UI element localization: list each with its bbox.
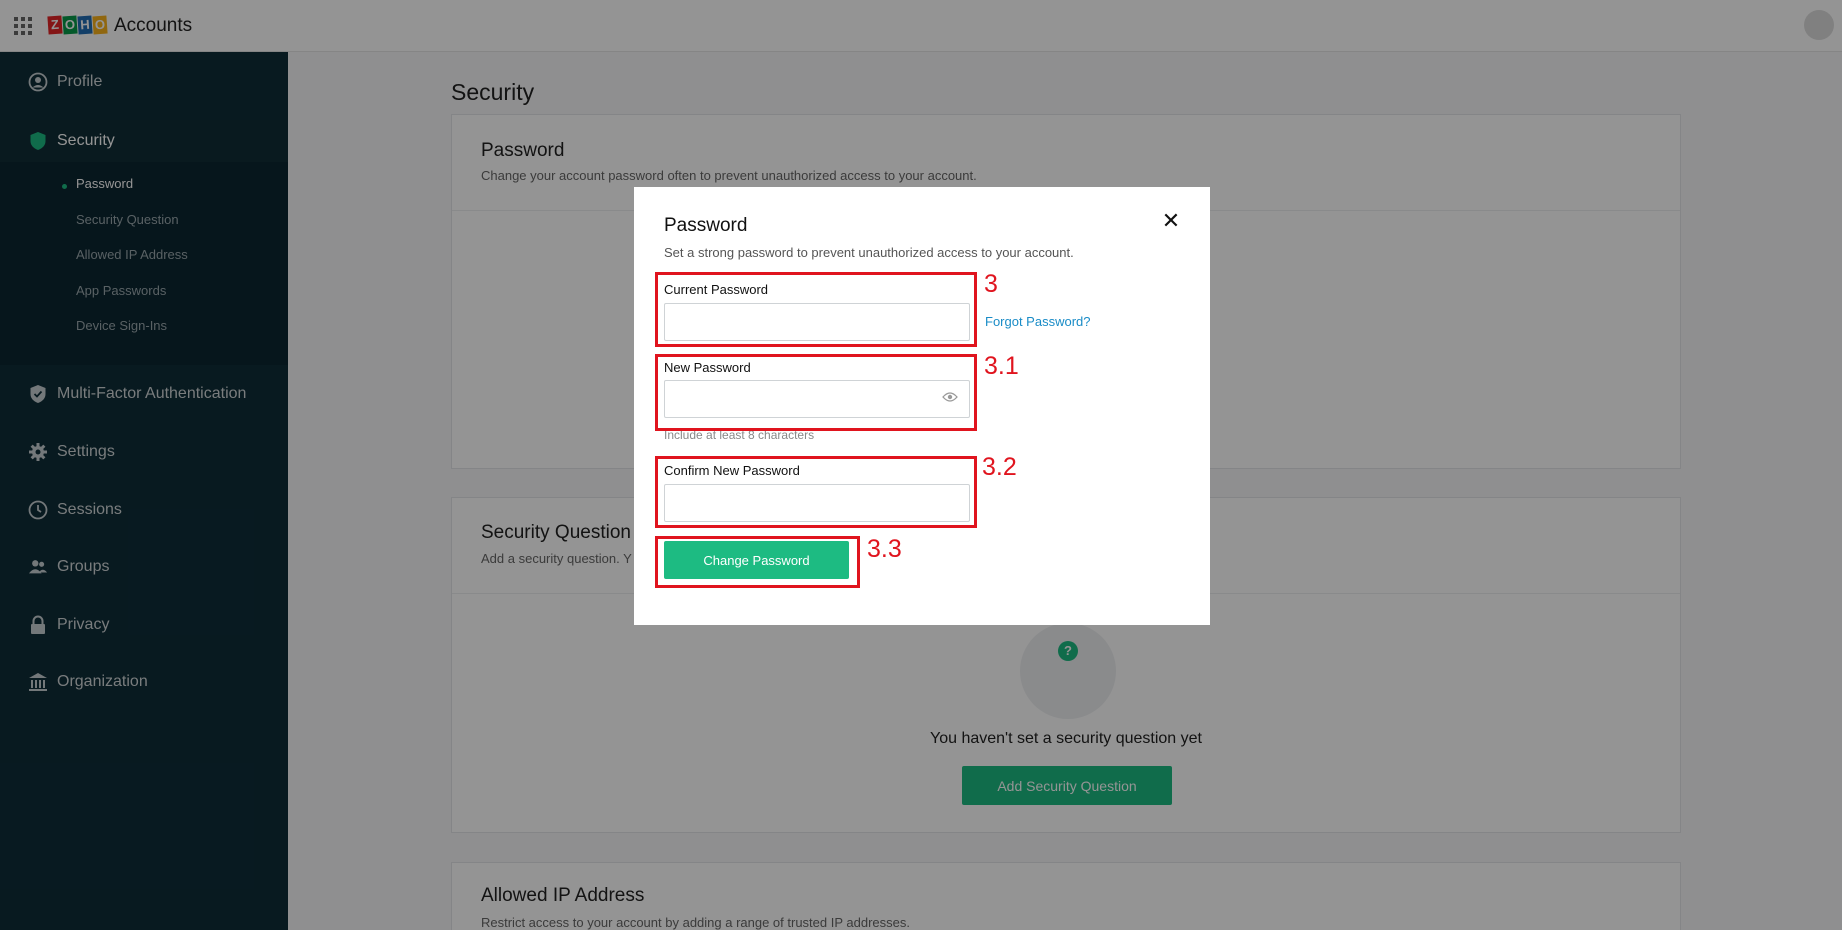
annotation-number: 3.3 — [867, 535, 902, 563]
annotation-box-current-password — [655, 272, 977, 347]
dialog-description: Set a strong password to prevent unautho… — [664, 245, 1074, 260]
forgot-password-link[interactable]: Forgot Password? — [985, 314, 1091, 329]
annotation-box-change-button — [655, 536, 860, 588]
annotation-number: 3.1 — [984, 352, 1019, 380]
dialog-title: Password — [664, 215, 748, 236]
close-icon[interactable]: ✕ — [1161, 210, 1181, 232]
annotation-box-confirm-password — [655, 456, 977, 528]
annotation-number: 3 — [984, 270, 998, 298]
annotation-number: 3.2 — [982, 453, 1017, 481]
annotation-box-new-password — [655, 354, 977, 431]
